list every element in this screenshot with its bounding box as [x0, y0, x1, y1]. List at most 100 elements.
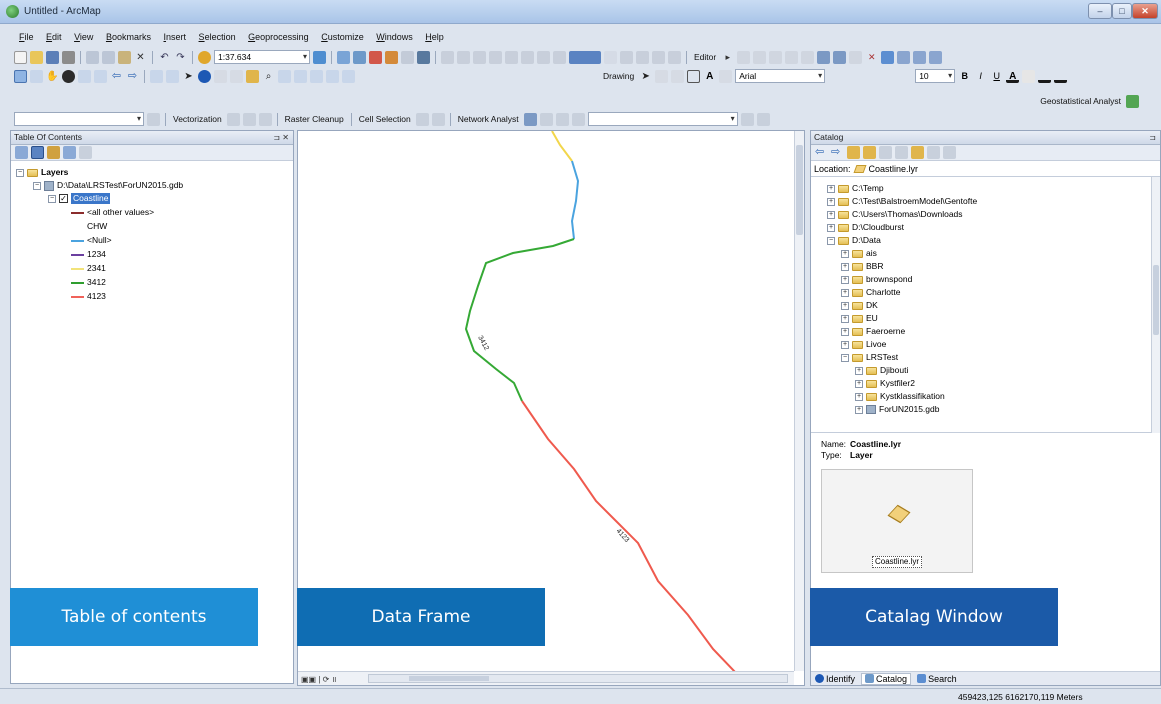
grid-tool-icon[interactable]: [473, 50, 486, 64]
collapse-icon[interactable]: −: [827, 236, 835, 245]
cell-tool-icon[interactable]: [431, 112, 445, 126]
map-scale-combo[interactable]: 1:37.634: [214, 50, 310, 64]
sketch-tool-icon[interactable]: [769, 50, 783, 64]
catalog-tree-item[interactable]: + Kystklassifikation: [855, 391, 945, 402]
expand-icon[interactable]: +: [855, 392, 863, 401]
grid-tool-icon[interactable]: [489, 50, 502, 64]
select-features-icon[interactable]: [150, 69, 163, 83]
editor-toolbar-icon[interactable]: [313, 50, 326, 64]
hyperlink-icon[interactable]: [214, 69, 227, 83]
cell-tool-icon[interactable]: [415, 112, 429, 126]
catalog-tree-item[interactable]: + C:\Users\Thomas\Downloads: [827, 209, 963, 220]
grid-tool-icon[interactable]: [537, 50, 550, 64]
dropdown-icon[interactable]: [604, 50, 617, 64]
menu-file[interactable]: File: [14, 30, 39, 44]
time-slider-icon[interactable]: [310, 69, 323, 83]
expand-icon[interactable]: +: [841, 327, 849, 336]
vectorization-tool-icon[interactable]: [226, 112, 240, 126]
grid-tool-icon[interactable]: [553, 50, 566, 64]
grid-tool-icon[interactable]: [441, 50, 454, 64]
network-analyst-window-icon[interactable]: [523, 112, 537, 126]
catalog-tree-item[interactable]: + C:\Temp: [827, 183, 884, 194]
zoom-to-selected-icon[interactable]: [671, 69, 685, 83]
edit-tool-icon[interactable]: [737, 50, 751, 64]
sketch-tool-icon[interactable]: [753, 50, 767, 64]
pin-icon[interactable]: ⊐ ✕: [273, 131, 289, 144]
italic-icon[interactable]: I: [974, 70, 987, 83]
clear-selection-icon[interactable]: [166, 69, 179, 83]
options-icon[interactable]: [929, 50, 943, 64]
add-data-icon[interactable]: [198, 50, 211, 64]
expand-icon[interactable]: +: [841, 275, 849, 284]
catalog-tree-item[interactable]: + D:\Cloudburst: [827, 222, 904, 233]
catalog-icon[interactable]: [353, 50, 366, 64]
catalog-tree-scrollbar[interactable]: [1151, 177, 1160, 433]
fixed-zoom-in-icon[interactable]: [78, 69, 91, 83]
gdb-row[interactable]: − D:\Data\LRSTest\ForUN2015.gdb: [33, 180, 183, 191]
collapse-icon[interactable]: −: [48, 194, 56, 203]
expand-icon[interactable]: +: [841, 340, 849, 349]
line-color-icon[interactable]: [1038, 70, 1052, 83]
split-tool-icon[interactable]: [849, 50, 863, 64]
geostatistical-analyst-menu[interactable]: Geostatistical Analyst: [1038, 96, 1123, 106]
html-popup-icon[interactable]: [230, 69, 243, 83]
location-input[interactable]: Coastline.lyr: [869, 164, 1160, 174]
redo-icon[interactable]: ↷: [174, 51, 187, 64]
save-icon[interactable]: [46, 50, 59, 64]
magnifier-icon[interactable]: [342, 69, 355, 83]
menu-insert[interactable]: Insert: [159, 30, 192, 44]
model-builder-icon[interactable]: [417, 50, 430, 64]
go-to-xy-icon[interactable]: [294, 69, 307, 83]
view-options-icon[interactable]: [895, 146, 908, 159]
collapse-icon[interactable]: −: [33, 181, 41, 190]
network-tool-icon[interactable]: [756, 112, 770, 126]
expand-icon[interactable]: +: [855, 366, 863, 375]
catalog-tree-item[interactable]: + EU: [841, 313, 878, 324]
find-route-icon[interactable]: [278, 69, 291, 83]
map-vertical-scrollbar[interactable]: [794, 131, 804, 671]
tab-catalog[interactable]: Catalog: [861, 672, 912, 685]
grid-tool-icon[interactable]: [457, 50, 470, 64]
catalog-tree-item[interactable]: + C:\Test\BalstroemModel\Gentofte: [827, 196, 977, 207]
arctoolbox-icon[interactable]: [385, 50, 398, 64]
list-by-source-icon[interactable]: [31, 146, 44, 159]
collapse-icon[interactable]: −: [16, 168, 24, 177]
cell-selection-menu[interactable]: Cell Selection: [357, 114, 413, 124]
color-swatch-icon[interactable]: [569, 50, 601, 64]
new-folder-icon[interactable]: [911, 146, 924, 159]
maximize-button[interactable]: □: [1112, 3, 1132, 19]
vectorization-tool-icon[interactable]: [242, 112, 256, 126]
raster-cleanup-menu[interactable]: Raster Cleanup: [283, 114, 346, 124]
expand-icon[interactable]: +: [841, 288, 849, 297]
catalog-tree-item[interactable]: + Livoe: [841, 339, 886, 350]
toggle-contents-icon[interactable]: [927, 146, 940, 159]
expand-icon[interactable]: +: [855, 405, 863, 414]
sketch-tool-icon[interactable]: [785, 50, 799, 64]
expand-icon[interactable]: +: [827, 223, 835, 232]
layout-view-buttons[interactable]: ▣▣ | ⟳ ॥: [301, 674, 336, 685]
expand-icon[interactable]: +: [855, 379, 863, 388]
marker-color-icon[interactable]: [1054, 70, 1068, 83]
menu-edit[interactable]: Edit: [41, 30, 67, 44]
catalog-options-icon[interactable]: [943, 146, 956, 159]
layers-row[interactable]: − Layers: [16, 167, 68, 178]
minimize-button[interactable]: –: [1088, 3, 1112, 19]
expand-icon[interactable]: +: [841, 314, 849, 323]
drawing-menu[interactable]: Drawing: [601, 71, 636, 81]
paste-icon[interactable]: [118, 50, 131, 64]
layout-tool-icon[interactable]: [652, 50, 665, 64]
connect-folder-icon[interactable]: [879, 146, 892, 159]
edit-vertices-icon[interactable]: [719, 69, 733, 83]
home-folder-icon[interactable]: [863, 146, 876, 159]
catalog-tree-item[interactable]: + DK: [841, 300, 878, 311]
open-icon[interactable]: [30, 50, 43, 64]
layer-name[interactable]: Coastline: [71, 193, 111, 204]
font-size-combo[interactable]: 10: [915, 69, 956, 83]
menu-windows[interactable]: Windows: [371, 30, 418, 44]
scroll-thumb[interactable]: [409, 676, 489, 681]
zoom-out-icon[interactable]: [30, 69, 43, 83]
fixed-zoom-out-icon[interactable]: [94, 69, 107, 83]
layout-tool-icon[interactable]: [668, 50, 681, 64]
raster-tool-icon[interactable]: [147, 112, 160, 126]
back-icon[interactable]: ⇦: [815, 146, 828, 159]
